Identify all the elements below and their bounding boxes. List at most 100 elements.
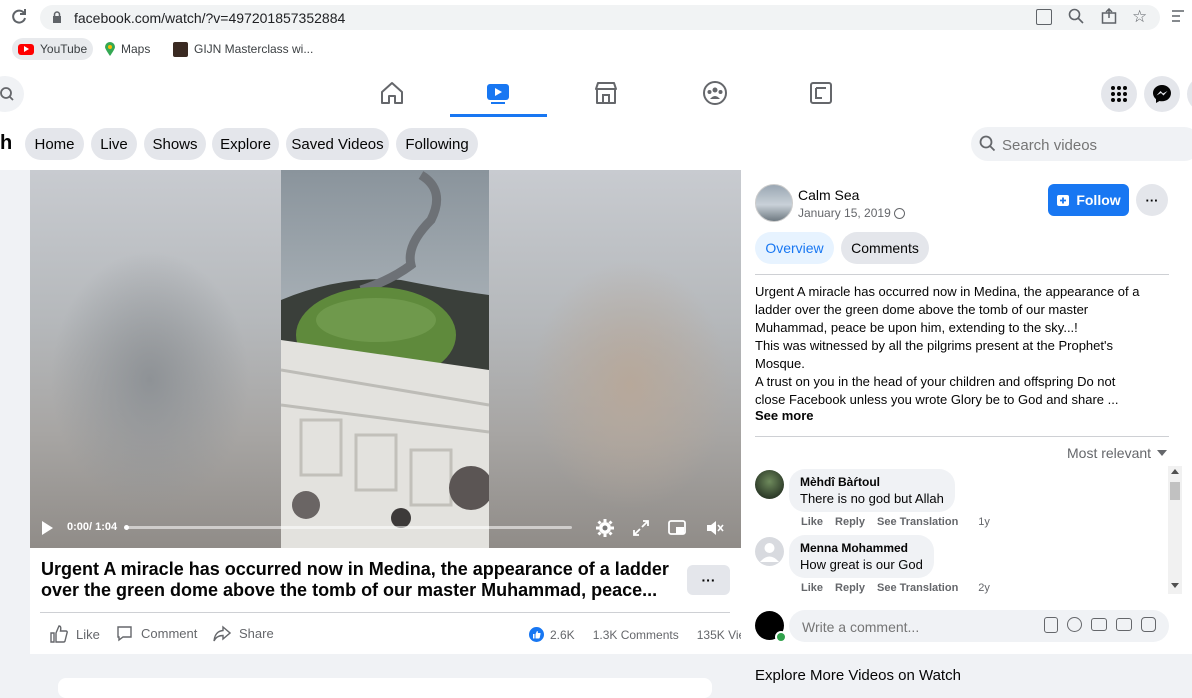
search-icon[interactable]	[0, 76, 24, 112]
play-button[interactable]	[42, 521, 53, 535]
like-button[interactable]: Like	[50, 625, 100, 643]
avatar-sticker-icon[interactable]	[1044, 617, 1058, 633]
watch-icon[interactable]	[485, 80, 511, 106]
fullscreen-icon[interactable]	[633, 520, 649, 536]
comment-like-link[interactable]: Like	[801, 516, 823, 528]
panel-more-button[interactable]: ···	[1136, 184, 1168, 216]
maps-pin-icon	[105, 42, 115, 56]
menu-grid-button[interactable]	[1101, 76, 1137, 112]
lock-icon[interactable]	[52, 11, 62, 24]
mute-icon[interactable]	[706, 520, 724, 536]
comment-reply-link[interactable]: Reply	[835, 516, 865, 528]
post-description: Urgent A miracle has occurred now in Med…	[755, 283, 1175, 409]
comments-scrollbar[interactable]	[1168, 466, 1182, 594]
bookmark-star-icon[interactable]: ☆	[1132, 7, 1147, 27]
reload-icon[interactable]	[10, 8, 28, 26]
gaming-icon[interactable]	[808, 80, 834, 106]
author-name[interactable]: Calm Sea	[798, 187, 859, 203]
default-avatar-icon	[760, 543, 779, 562]
comment-text: There is no god but Allah	[800, 491, 944, 506]
picture-in-picture-icon[interactable]	[668, 520, 686, 536]
search-icon	[979, 135, 996, 152]
bookmark-gijn[interactable]: GIJN Masterclass wi...	[173, 38, 313, 60]
comment-button[interactable]: Comment	[116, 625, 197, 642]
marketplace-icon[interactable]	[593, 80, 619, 106]
bookmark-label: GIJN Masterclass wi...	[194, 42, 314, 56]
groups-icon[interactable]	[702, 80, 728, 106]
post-date[interactable]: January 15, 2019	[798, 206, 891, 220]
share-button[interactable]: Share	[213, 625, 274, 642]
more-dots-icon: ···	[1145, 192, 1159, 208]
progress-track[interactable]	[126, 526, 572, 529]
comment-reply-link[interactable]: Reply	[835, 582, 865, 594]
write-comment-input[interactable]	[800, 617, 1024, 637]
emoji-icon[interactable]	[1067, 617, 1082, 632]
page-title: h	[0, 132, 13, 154]
video-time: 0:00/ 1:04	[67, 521, 118, 533]
tab-saved-videos[interactable]: Saved Videos	[286, 128, 389, 160]
comment-translate-link[interactable]: See Translation	[877, 582, 958, 594]
comment-like-link[interactable]: Like	[801, 582, 823, 594]
sort-label: Most relevant	[1067, 445, 1152, 461]
commenter-avatar[interactable]	[755, 470, 784, 499]
bookmark-youtube[interactable]: YouTube	[12, 38, 94, 60]
tab-shows[interactable]: Shows	[144, 128, 206, 160]
translate-icon[interactable]	[1036, 9, 1052, 25]
gif-icon[interactable]	[1116, 618, 1132, 631]
tab-overview[interactable]: Overview	[755, 232, 834, 264]
comment-count[interactable]: 1.3K Comments	[593, 628, 679, 642]
comment-age[interactable]: 2y	[978, 582, 990, 594]
tab-explore[interactable]: Explore	[212, 128, 279, 160]
avatar[interactable]	[755, 184, 793, 222]
settings-gear-icon[interactable]	[596, 519, 614, 537]
tab-home[interactable]: Home	[25, 128, 84, 160]
gijn-icon	[173, 41, 188, 57]
tab-comments[interactable]: Comments	[841, 232, 929, 264]
see-more-link[interactable]: See more	[755, 408, 814, 423]
next-post-card	[58, 678, 712, 698]
tab-following[interactable]: Following	[396, 128, 478, 160]
commenter-name[interactable]: Menna Mohammed	[800, 541, 923, 555]
reading-list-icon[interactable]	[1170, 8, 1186, 24]
search-videos-input[interactable]	[1000, 134, 1184, 156]
user-avatar[interactable]	[755, 611, 787, 643]
comment-text: How great is our God	[800, 557, 923, 572]
share-label: Share	[239, 626, 274, 641]
post-date-row: January 15, 2019	[798, 206, 905, 220]
tab-live[interactable]: Live	[91, 128, 137, 160]
bookmark-maps[interactable]: Maps	[105, 38, 150, 60]
sticker-icon[interactable]	[1141, 617, 1156, 632]
video-blur-left	[50, 250, 250, 510]
zoom-icon[interactable]	[1068, 8, 1084, 24]
description-line: A trust on you in the head of your child…	[755, 374, 1116, 389]
description-line: Mosque.	[755, 356, 805, 371]
bookmark-label: Maps	[121, 42, 151, 56]
commenter-name[interactable]: Mèhdî Bàŕtoul	[800, 475, 944, 489]
camera-icon[interactable]	[1091, 618, 1107, 631]
online-status-dot	[775, 631, 787, 643]
messenger-button[interactable]	[1144, 76, 1180, 112]
scrollbar-thumb[interactable]	[1170, 482, 1180, 500]
scroll-down-arrow[interactable]	[1171, 583, 1179, 588]
progress-handle[interactable]	[124, 525, 129, 530]
video-player[interactable]: 0:00/ 1:04	[30, 170, 741, 548]
comment-translate-link[interactable]: See Translation	[877, 516, 958, 528]
home-icon[interactable]	[379, 80, 405, 106]
video-title[interactable]: Urgent A miracle has occurred now in Med…	[41, 559, 681, 601]
post-more-button[interactable]: ···	[687, 565, 730, 595]
follow-button[interactable]: Follow	[1048, 184, 1129, 216]
share-page-icon[interactable]	[1101, 7, 1117, 24]
commenter-avatar[interactable]	[755, 537, 784, 566]
comment-age[interactable]: 1y	[978, 516, 990, 528]
scroll-up-arrow[interactable]	[1171, 469, 1179, 474]
reaction-count[interactable]: 2.6K	[550, 628, 575, 642]
video-title-line-2: over the green dome above the tomb of ou…	[41, 580, 658, 600]
url-text[interactable]: facebook.com/watch/?v=497201857352884	[74, 10, 345, 26]
description-line: Muhammad, peace be upon him, extending t…	[755, 320, 1078, 335]
comment-actions: Like Reply See Translation 2y	[801, 582, 990, 594]
like-reaction-icon	[529, 627, 544, 642]
follow-plus-icon	[1057, 195, 1070, 206]
sort-comments-dropdown[interactable]: Most relevant	[1067, 445, 1168, 461]
explore-heading: Explore More Videos on Watch	[755, 667, 961, 684]
video-frame	[281, 170, 489, 548]
